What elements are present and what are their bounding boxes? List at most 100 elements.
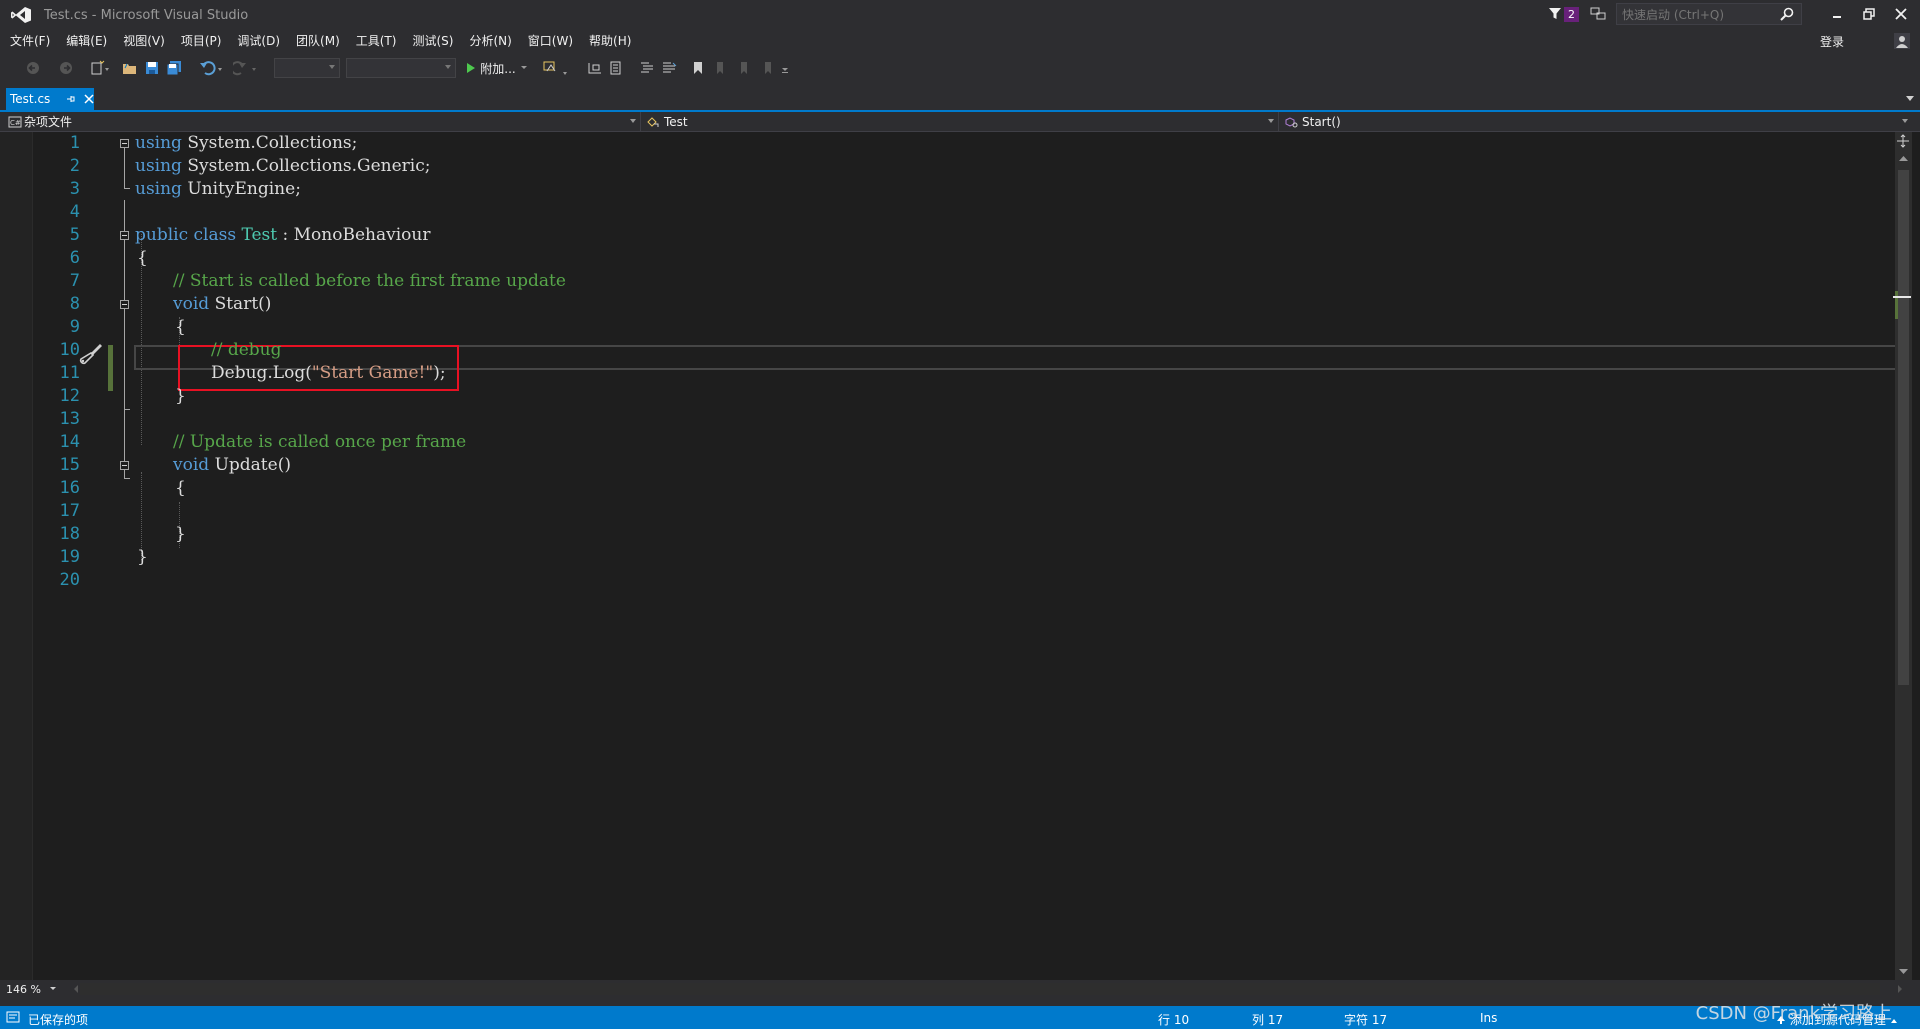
menu-view[interactable]: 视图(V) xyxy=(115,30,173,52)
code-keyword: void xyxy=(173,294,210,314)
bookmark-button[interactable] xyxy=(690,58,706,78)
scroll-up-icon[interactable] xyxy=(1898,154,1909,162)
editor-bottom-bar: 146 % xyxy=(0,980,1920,998)
sign-in-link[interactable]: 登录 xyxy=(1820,33,1844,50)
save-button[interactable] xyxy=(144,58,160,78)
collapse-toggle-icon[interactable] xyxy=(120,461,129,470)
next-bookmark-button[interactable] xyxy=(736,58,754,78)
uncomment-icon xyxy=(663,62,677,73)
clear-bookmarks-button[interactable] xyxy=(760,58,778,78)
zoom-dropdown[interactable]: 146 % xyxy=(6,981,66,997)
restore-button[interactable] xyxy=(1854,2,1884,26)
horizontal-scrollbar[interactable] xyxy=(80,983,1880,995)
line-number: 20 xyxy=(59,570,80,590)
method-icon xyxy=(1285,116,1298,127)
menu-file[interactable]: 文件(F) xyxy=(2,30,58,52)
menu-tools[interactable]: 工具(T) xyxy=(348,30,405,52)
scroll-right-icon[interactable] xyxy=(1896,984,1904,994)
line-number: 9 xyxy=(69,317,80,337)
new-project-button[interactable] xyxy=(88,58,112,78)
scroll-left-icon[interactable] xyxy=(72,984,80,994)
uncomment-lines-button[interactable] xyxy=(660,58,678,78)
solution-platform-dropdown[interactable] xyxy=(346,58,456,78)
previous-bookmark-button[interactable] xyxy=(712,58,730,78)
collapse-toggle-icon[interactable] xyxy=(120,300,129,309)
code-editor[interactable]: 1 using System.Collections; 2 using Syst… xyxy=(0,132,1920,980)
restore-icon xyxy=(1863,8,1875,20)
code-text: } xyxy=(175,524,186,544)
notification-count-badge: 2 xyxy=(1564,6,1579,22)
menu-debug[interactable]: 调试(D) xyxy=(229,30,288,52)
quick-launch-box[interactable] xyxy=(1616,3,1802,25)
comment-lines-button[interactable] xyxy=(638,58,656,78)
open-file-button[interactable] xyxy=(122,58,138,78)
collapse-toggle-icon[interactable] xyxy=(120,231,129,240)
account-icon[interactable] xyxy=(1893,32,1911,50)
search-icon[interactable] xyxy=(1779,6,1795,22)
code-keyword: using xyxy=(135,179,182,199)
code-keyword: void xyxy=(173,455,210,475)
class-icon xyxy=(647,116,659,127)
menu-edit[interactable]: 编辑(E) xyxy=(58,30,115,52)
project-dropdown[interactable]: C# 杂项文件 xyxy=(0,112,641,131)
document-tab-strip: Test.cs xyxy=(0,88,1920,112)
pin-icon[interactable] xyxy=(66,94,76,104)
minimize-button[interactable] xyxy=(1822,2,1852,26)
member-dropdown[interactable]: Start() xyxy=(1282,112,1912,131)
collapse-toggle-icon[interactable] xyxy=(120,139,129,148)
menu-test[interactable]: 测试(S) xyxy=(404,30,461,52)
back-arrow-icon xyxy=(27,62,39,74)
tab-overflow-chevron-icon[interactable] xyxy=(1906,96,1914,101)
menu-window[interactable]: 窗口(W) xyxy=(520,30,581,52)
minimize-icon xyxy=(1833,16,1841,18)
close-window-button[interactable] xyxy=(1886,2,1916,26)
attach-label: 附加... xyxy=(480,61,516,76)
output-window-icon[interactable] xyxy=(6,1011,20,1023)
comment-icon xyxy=(641,62,653,73)
navigate-back-button[interactable] xyxy=(24,58,42,78)
notifications-button[interactable]: 2 xyxy=(1548,4,1579,24)
navigate-forward-button[interactable] xyxy=(58,58,74,78)
code-line: 18 } xyxy=(0,523,1895,546)
undo-icon xyxy=(200,61,222,76)
code-keyword: class xyxy=(193,225,237,245)
attach-debugger-button[interactable]: 附加... xyxy=(464,58,530,78)
code-type: Test xyxy=(241,225,278,245)
line-number: 11 xyxy=(59,363,80,383)
chevron-down-icon xyxy=(49,987,56,990)
step-into-button[interactable] xyxy=(586,58,604,78)
code-text: } xyxy=(137,547,148,567)
new-project-icon xyxy=(91,60,109,75)
vertical-scrollbar-thumb[interactable] xyxy=(1898,170,1909,685)
code-keyword: using xyxy=(135,133,182,153)
line-number: 1 xyxy=(69,133,80,153)
browser-link-button[interactable] xyxy=(542,58,572,78)
tab-label: Test.cs xyxy=(10,92,51,106)
menu-project[interactable]: 项目(P) xyxy=(173,30,230,52)
project-name: 杂项文件 xyxy=(24,115,73,129)
split-editor-icon[interactable] xyxy=(1896,134,1910,148)
line-number: 8 xyxy=(69,294,80,314)
close-tab-icon[interactable] xyxy=(84,94,94,104)
code-line: 16 { xyxy=(0,477,1895,500)
filter-flag-icon xyxy=(1549,8,1561,19)
type-dropdown[interactable]: Test xyxy=(644,112,1279,131)
undo-button[interactable] xyxy=(198,58,226,78)
line-number: 2 xyxy=(69,156,80,176)
code-line: 2 using System.Collections.Generic; xyxy=(0,155,1895,178)
status-column: 列 17 xyxy=(1252,1013,1284,1027)
tab-test-cs[interactable]: Test.cs xyxy=(6,88,94,110)
solution-configuration-dropdown[interactable] xyxy=(274,58,340,78)
menu-analyze[interactable]: 分析(N) xyxy=(461,30,519,52)
feedback-icon[interactable] xyxy=(1590,6,1606,22)
toolbar-options-button[interactable] xyxy=(780,58,790,78)
code-line: 14 // Update is called once per frame xyxy=(0,431,1895,454)
title-bar: Test.cs - Microsoft Visual Studio 2 xyxy=(0,0,1920,30)
scroll-down-icon[interactable] xyxy=(1898,968,1909,976)
redo-button[interactable] xyxy=(232,58,260,78)
menu-help[interactable]: 帮助(H) xyxy=(581,30,639,52)
quick-launch-input[interactable] xyxy=(1617,5,1777,25)
menu-team[interactable]: 团队(M) xyxy=(288,30,348,52)
save-all-button[interactable] xyxy=(166,58,182,78)
find-button[interactable] xyxy=(608,58,626,78)
